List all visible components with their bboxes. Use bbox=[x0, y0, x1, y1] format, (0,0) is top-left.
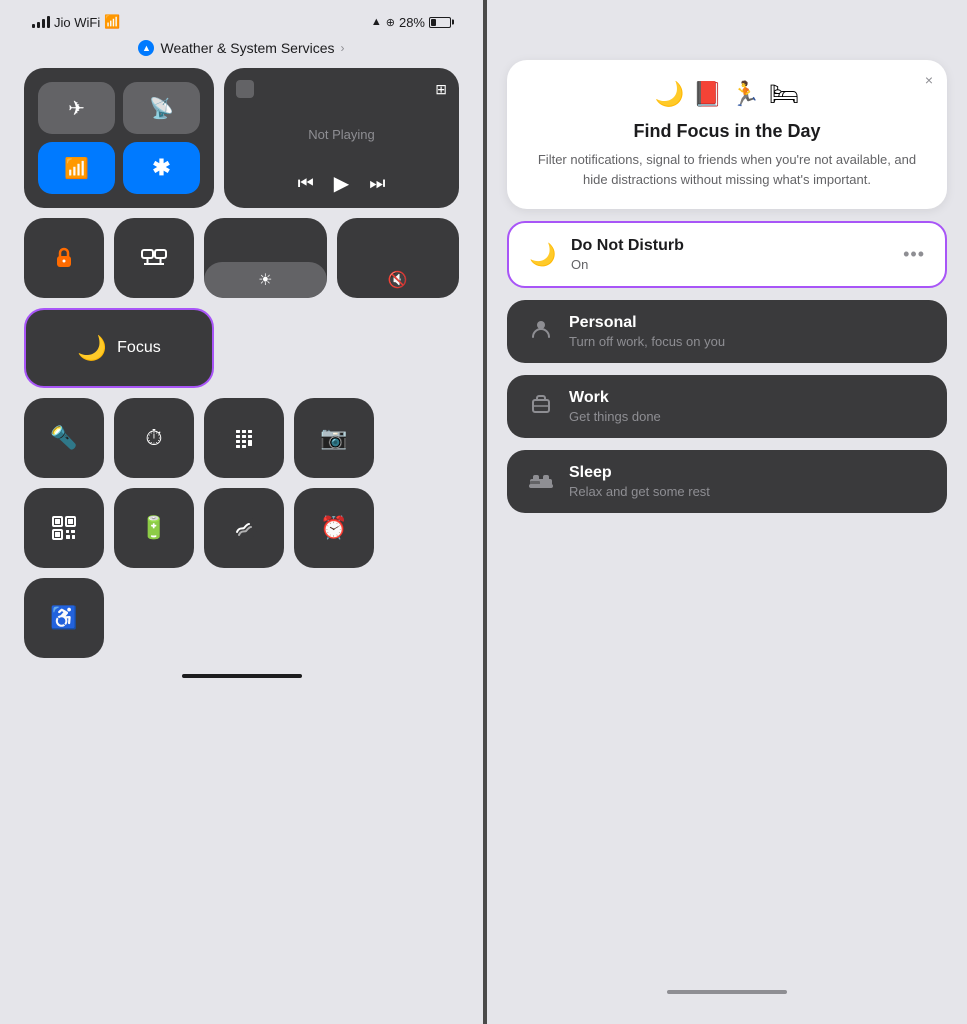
battery-fill bbox=[431, 19, 436, 26]
promo-close-button[interactable]: × bbox=[925, 72, 933, 88]
wifi-icon: 📶 bbox=[104, 14, 120, 30]
focus-label: Focus bbox=[117, 339, 161, 357]
timer-button[interactable]: ⏱ bbox=[114, 398, 194, 478]
accessibility-button[interactable]: ♿ bbox=[24, 578, 104, 658]
sleep-name: Sleep bbox=[569, 464, 927, 482]
location-service-icon: ▲ bbox=[138, 40, 154, 56]
do-not-disturb-icon: 🌙 bbox=[529, 242, 557, 268]
personal-name: Personal bbox=[569, 314, 927, 332]
do-not-disturb-dots[interactable]: ••• bbox=[903, 244, 925, 265]
location-dot: ▲ bbox=[371, 16, 382, 28]
screen-mirror-button[interactable] bbox=[114, 218, 194, 298]
work-name: Work bbox=[569, 389, 927, 407]
personal-icon bbox=[527, 318, 555, 346]
brightness-slider[interactable]: ☀ bbox=[204, 218, 327, 298]
promo-icon-run: 🏃 bbox=[731, 80, 761, 109]
sleep-icon bbox=[527, 469, 555, 495]
alarm-button[interactable]: ⏰ bbox=[294, 488, 374, 568]
volume-slider[interactable]: 🔇 bbox=[337, 218, 460, 298]
personal-sub: Turn off work, focus on you bbox=[569, 334, 927, 349]
carrier-label: Jio WiFi bbox=[54, 15, 100, 30]
utility-row-2: 🔋 ⏰ bbox=[24, 488, 459, 568]
chevron-right-icon: › bbox=[341, 41, 345, 55]
signal-bars bbox=[32, 16, 50, 28]
status-bar: Jio WiFi 📶 ▲ ⊕ 28% bbox=[24, 0, 459, 36]
focus-btn-row: 🌙 Focus bbox=[24, 308, 459, 388]
promo-icons: 🌙 📕 🏃 🛏 bbox=[527, 80, 927, 109]
airplane-mode-button[interactable]: ✈ bbox=[38, 82, 115, 134]
play-button[interactable]: ▶ bbox=[334, 171, 349, 196]
promo-title: Find Focus in the Day bbox=[527, 121, 927, 142]
focus-item-personal[interactable]: Personal Turn off work, focus on you bbox=[507, 300, 947, 363]
do-not-disturb-name: Do Not Disturb bbox=[571, 237, 889, 255]
location-service-label: Weather & System Services bbox=[160, 40, 334, 56]
sleep-text: Sleep Relax and get some rest bbox=[569, 464, 927, 499]
media-app-icon bbox=[236, 80, 254, 98]
location-circle: ⊕ bbox=[386, 16, 395, 29]
focus-item-sleep[interactable]: Sleep Relax and get some rest bbox=[507, 450, 947, 513]
cc-top-row: ✈ 📡 📶 ✱ ⊞ Not Playing ⏮ ▶ ⏭ bbox=[24, 68, 459, 208]
media-not-playing: Not Playing bbox=[236, 98, 447, 171]
signal-bar-2 bbox=[37, 22, 40, 28]
do-not-disturb-status: On bbox=[571, 257, 889, 272]
promo-card: × 🌙 📕 🏃 🛏 Find Focus in the Day Filter n… bbox=[507, 60, 947, 209]
personal-text: Personal Turn off work, focus on you bbox=[569, 314, 927, 349]
battery-pct: 28% bbox=[399, 15, 425, 30]
signal-bar-4 bbox=[47, 16, 50, 28]
utility-row-3: ♿ bbox=[24, 578, 459, 658]
focus-item-work[interactable]: Work Get things done bbox=[507, 375, 947, 438]
cc-middle-row: ☀ 🔇 bbox=[24, 218, 459, 298]
next-button[interactable]: ⏭ bbox=[369, 173, 385, 194]
left-home-bar bbox=[182, 674, 302, 678]
media-controls: ⏮ ▶ ⏭ bbox=[236, 171, 447, 196]
wifi-button[interactable]: 📶 bbox=[38, 142, 115, 194]
work-text: Work Get things done bbox=[569, 389, 927, 424]
battery-icon bbox=[429, 17, 451, 28]
utility-row-1: 🔦 ⏱ 📷 bbox=[24, 398, 459, 478]
screen-lock-button[interactable] bbox=[24, 218, 104, 298]
signal-bar-3 bbox=[42, 19, 45, 28]
camera-button[interactable]: 📷 bbox=[294, 398, 374, 478]
do-not-disturb-text: Do Not Disturb On bbox=[571, 237, 889, 272]
cc-header: ▲ Weather & System Services › bbox=[138, 36, 344, 68]
signal-bar-1 bbox=[32, 24, 35, 28]
connectivity-block: ✈ 📡 📶 ✱ bbox=[24, 68, 214, 208]
battery-health-button[interactable]: 🔋 bbox=[114, 488, 194, 568]
flashlight-button[interactable]: 🔦 bbox=[24, 398, 104, 478]
calculator-button[interactable] bbox=[204, 398, 284, 478]
qr-scanner-button[interactable] bbox=[24, 488, 104, 568]
work-sub: Get things done bbox=[569, 409, 927, 424]
status-left: Jio WiFi 📶 bbox=[32, 14, 120, 30]
right-panel: × 🌙 📕 🏃 🛏 Find Focus in the Day Filter n… bbox=[487, 0, 967, 1024]
promo-description: Filter notifications, signal to friends … bbox=[527, 150, 927, 189]
promo-icon-moon: 🌙 bbox=[655, 80, 685, 109]
promo-icon-bed: 🛏 bbox=[769, 80, 799, 109]
work-icon bbox=[527, 393, 555, 421]
media-block: ⊞ Not Playing ⏮ ▶ ⏭ bbox=[224, 68, 459, 208]
bluetooth-button[interactable]: ✱ bbox=[123, 142, 200, 194]
status-right: ▲ ⊕ 28% bbox=[371, 15, 451, 30]
focus-item-do-not-disturb[interactable]: 🌙 Do Not Disturb On ••• bbox=[507, 221, 947, 288]
focus-button[interactable]: 🌙 Focus bbox=[24, 308, 214, 388]
airplay-icon[interactable]: ⊞ bbox=[435, 81, 447, 98]
sleep-sub: Relax and get some rest bbox=[569, 484, 927, 499]
shazam-button[interactable] bbox=[204, 488, 284, 568]
focus-moon-icon: 🌙 bbox=[77, 334, 107, 363]
cellular-button[interactable]: 📡 bbox=[123, 82, 200, 134]
cc-grid: ✈ 📡 📶 ✱ ⊞ Not Playing ⏮ ▶ ⏭ bbox=[24, 68, 459, 658]
promo-icon-book: 📕 bbox=[693, 80, 723, 109]
right-home-bar bbox=[667, 990, 787, 994]
media-header: ⊞ bbox=[236, 80, 447, 98]
left-panel: Jio WiFi 📶 ▲ ⊕ 28% ▲ Weather & System Se… bbox=[0, 0, 483, 1024]
prev-button[interactable]: ⏮ bbox=[298, 173, 314, 194]
